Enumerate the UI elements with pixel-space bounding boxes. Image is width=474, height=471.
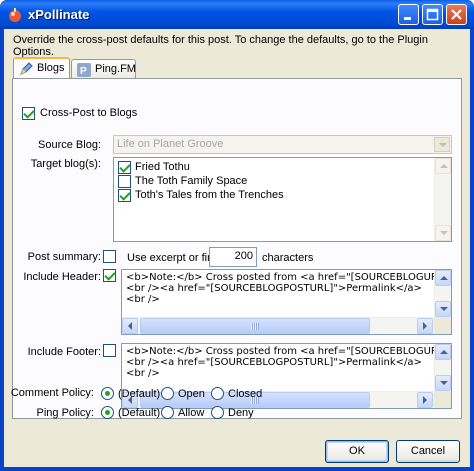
target-blog-label: The Toth Family Space <box>135 175 248 187</box>
include-header-label: Include Header: <box>23 271 101 283</box>
target-blog-checkbox[interactable] <box>118 161 131 174</box>
scroll-thumb[interactable] <box>140 318 370 334</box>
tab-pingfm-label: Ping.FM <box>95 63 136 75</box>
target-blog-checkbox[interactable] <box>118 189 131 202</box>
comment-policy-default-label: (Default) <box>118 388 161 400</box>
crosspost-checkbox[interactable] <box>22 107 35 120</box>
tab-pingfm[interactable]: P Ping.FM <box>71 59 136 79</box>
crosspost-label: Cross-Post to Blogs <box>40 107 138 119</box>
pingfm-icon: P <box>77 63 91 77</box>
source-blog-value: Life on Planet Groove <box>117 138 224 150</box>
header-vscroll[interactable] <box>434 270 451 317</box>
close-button[interactable] <box>446 4 467 25</box>
target-blogs-list[interactable]: Fried Tothu The Toth Family Space Toth's… <box>113 157 452 242</box>
footer-text: <b>Note:</b> Cross posted from <a href="… <box>126 346 451 379</box>
tab-blogs-label: Blogs <box>37 62 65 74</box>
header-text-editor[interactable]: <b>Note:</b> Cross posted from <a href="… <box>121 269 452 335</box>
scroll-right-icon[interactable] <box>417 318 433 334</box>
excerpt-length-input[interactable]: 200 <box>209 247 257 267</box>
window-title: xPollinate <box>28 7 90 22</box>
include-header-checkbox[interactable] <box>103 269 116 282</box>
scroll-down-icon[interactable] <box>435 301 451 317</box>
dialog-client-area: Override the cross-post defaults for thi… <box>4 29 470 467</box>
ping-policy-deny-label: Deny <box>228 407 254 419</box>
header-hscroll[interactable] <box>122 317 434 334</box>
xpollinate-window: xPollinate Override the cross-post defau… <box>0 0 474 471</box>
ping-policy-default-label: (Default) <box>118 407 161 419</box>
source-blog-label: Source Blog: <box>38 139 101 151</box>
scroll-up-icon[interactable] <box>435 158 451 174</box>
include-footer-checkbox[interactable] <box>103 344 116 357</box>
characters-label: characters <box>262 252 314 264</box>
target-blog-label: Fried Tothu <box>135 161 190 173</box>
target-list-scrollbar[interactable] <box>434 158 451 241</box>
scroll-up-icon[interactable] <box>435 270 451 286</box>
comment-policy-open-radio[interactable] <box>161 387 174 400</box>
ping-policy-allow-radio[interactable] <box>161 406 174 419</box>
comment-policy-label: Comment Policy: <box>10 387 94 399</box>
maximize-button[interactable] <box>422 4 443 25</box>
include-footer-label: Include Footer: <box>27 346 101 358</box>
svg-text:P: P <box>80 66 87 77</box>
post-summary-checkbox[interactable] <box>103 250 116 263</box>
close-icon <box>451 9 462 20</box>
scroll-left-icon[interactable] <box>122 318 138 334</box>
comment-policy-closed-label: Closed <box>228 388 263 400</box>
blog-icon <box>20 62 33 75</box>
comment-policy-open-label: Open <box>178 388 205 400</box>
minimize-icon <box>404 17 411 20</box>
target-blog-checkbox[interactable] <box>118 175 131 188</box>
ok-button[interactable]: OK <box>325 440 389 463</box>
ping-policy-default-radio[interactable] <box>101 406 114 419</box>
comment-policy-closed-radio[interactable] <box>211 387 224 400</box>
ping-policy-deny-radio[interactable] <box>211 406 224 419</box>
comment-policy-default-radio[interactable] <box>101 387 114 400</box>
footer-vscroll[interactable] <box>434 344 451 391</box>
post-summary-label: Post summary: <box>27 251 101 263</box>
ping-policy-label: Ping Policy: <box>36 407 94 419</box>
title-bar[interactable]: xPollinate <box>0 0 474 29</box>
target-blog-label: Toth's Tales from the Trenches <box>135 189 284 201</box>
chevron-down-icon <box>434 137 450 152</box>
cancel-button[interactable]: Cancel <box>396 440 460 463</box>
description-text: Override the cross-post defaults for thi… <box>13 34 428 58</box>
target-blogs-label: Target blog(s): <box>30 158 101 170</box>
scroll-right-icon[interactable] <box>417 392 433 408</box>
maximize-icon <box>426 8 439 21</box>
ping-policy-allow-label: Allow <box>178 407 205 419</box>
tab-blogs[interactable]: Blogs <box>13 57 70 79</box>
minimize-button[interactable] <box>398 4 419 25</box>
scroll-up-icon[interactable] <box>435 344 451 360</box>
source-blog-select: Life on Planet Groove <box>113 135 452 154</box>
scroll-down-icon[interactable] <box>435 225 451 241</box>
xpollinate-app-icon <box>9 8 21 22</box>
scroll-down-icon[interactable] <box>435 375 451 391</box>
blogs-tab-panel: Cross-Post to Blogs Source Blog: Life on… <box>12 78 462 419</box>
header-text: <b>Note:</b> Cross posted from <a href="… <box>126 272 451 305</box>
post-summary-checkbox-label: Use excerpt or first <box>127 252 220 264</box>
